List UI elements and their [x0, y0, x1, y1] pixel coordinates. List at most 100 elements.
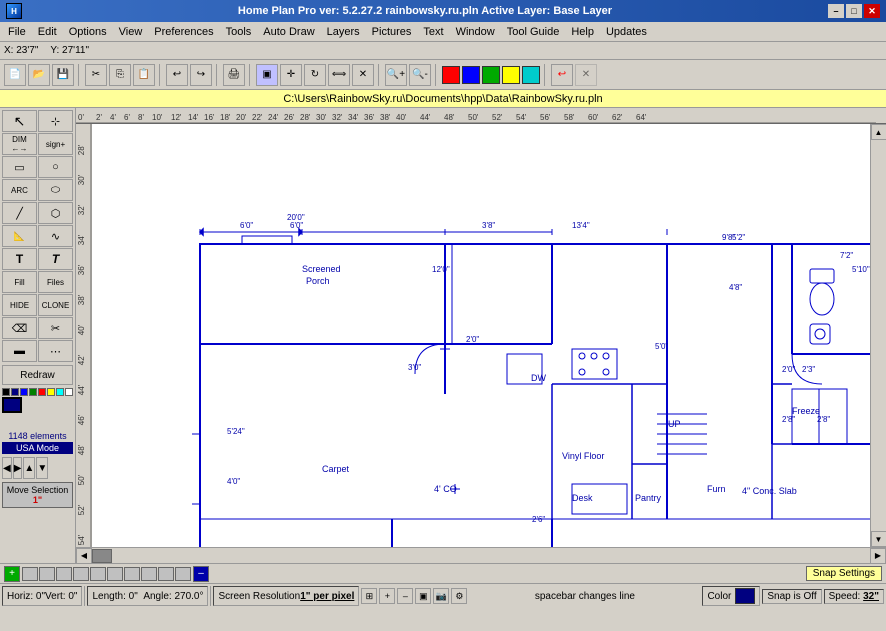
nav-down[interactable]: ▼ [36, 457, 48, 479]
spline-tool[interactable]: ∿ [38, 225, 73, 247]
undo-disabled[interactable]: ✕ [575, 64, 597, 86]
view-icon-5[interactable] [90, 567, 106, 581]
scroll-thumb-left[interactable] [92, 549, 112, 563]
mirror-button[interactable]: ⟺ [328, 64, 350, 86]
arc-tool[interactable]: ARC [2, 179, 37, 201]
zoom-plus-button[interactable]: + [379, 588, 395, 604]
fill-tool[interactable]: Fill [2, 271, 37, 293]
dim-tool[interactable]: DIM←→ [2, 133, 37, 155]
poly-tool[interactable]: ⬡ [38, 202, 73, 224]
save-button[interactable]: 💾 [52, 64, 74, 86]
palette-cyan[interactable] [56, 388, 64, 396]
scroll-down-button[interactable]: ▼ [871, 531, 886, 547]
view-icon-1[interactable] [22, 567, 38, 581]
color-preview[interactable] [735, 588, 755, 604]
view-icon-3[interactable] [56, 567, 72, 581]
eraser-tool[interactable]: ⌫ [2, 317, 37, 339]
menu-edit[interactable]: Edit [32, 24, 63, 40]
view-icon-6[interactable] [107, 567, 123, 581]
menu-window[interactable]: Window [450, 24, 501, 40]
select-button[interactable]: ▣ [256, 64, 278, 86]
zoom-in-button[interactable]: 🔍+ [385, 64, 407, 86]
scroll-up-button[interactable]: ▲ [871, 124, 886, 140]
drawing-area[interactable]: Screened Porch DW Carpet Vinyl Floor Des… [92, 124, 870, 547]
menu-pictures[interactable]: Pictures [366, 24, 418, 40]
maximize-button[interactable]: □ [846, 4, 862, 18]
palette-red[interactable] [38, 388, 46, 396]
palette-navy[interactable] [11, 388, 19, 396]
color-yellow[interactable] [502, 66, 520, 84]
minimize-button[interactable]: – [828, 4, 844, 18]
undo-button[interactable]: ↩ [166, 64, 188, 86]
view-icon-9[interactable] [158, 567, 174, 581]
zoom-minus-button[interactable]: – [397, 588, 413, 604]
text2-tool[interactable]: T [38, 248, 73, 270]
menu-layers[interactable]: Layers [321, 24, 366, 40]
view-toggle-button[interactable]: ▣ [415, 588, 431, 604]
palette-green[interactable] [29, 388, 37, 396]
scroll-right-button[interactable]: ▶ [870, 548, 886, 564]
delete-button[interactable]: ✕ [352, 64, 374, 86]
files-tool[interactable]: Files [38, 271, 73, 293]
view-icon-4[interactable] [73, 567, 89, 581]
clone-tool[interactable]: CLONE [38, 294, 73, 316]
settings-button[interactable]: ⚙ [451, 588, 467, 604]
select-tool[interactable]: ↖ [2, 110, 37, 132]
menu-autodraw[interactable]: Auto Draw [257, 24, 320, 40]
menu-text[interactable]: Text [417, 24, 449, 40]
palette-black[interactable] [2, 388, 10, 396]
zoom-fit-button[interactable]: ⊞ [361, 588, 377, 604]
zoom-out-button[interactable]: 🔍- [409, 64, 431, 86]
remove-icon[interactable]: – [193, 566, 209, 582]
menu-options[interactable]: Options [63, 24, 113, 40]
palette-blue[interactable] [20, 388, 28, 396]
redo-button[interactable]: ↪ [190, 64, 212, 86]
trim-tool[interactable]: ✂ [38, 317, 73, 339]
box-tool[interactable]: ▬ [2, 340, 37, 362]
paste-button[interactable]: 📋 [133, 64, 155, 86]
text-tool[interactable]: T [2, 248, 37, 270]
menu-help[interactable]: Help [565, 24, 600, 40]
palette-white[interactable] [65, 388, 73, 396]
dots-tool[interactable]: ⋯ [38, 340, 73, 362]
color-red[interactable] [442, 66, 460, 84]
wall-tool[interactable]: ▭ [2, 156, 37, 178]
nav-right[interactable]: ▶ [13, 457, 23, 479]
view-icon-8[interactable] [141, 567, 157, 581]
move-button[interactable]: ✛ [280, 64, 302, 86]
close-button[interactable]: ✕ [864, 4, 880, 18]
sign-tool[interactable]: sign+ [38, 133, 73, 155]
color-green[interactable] [482, 66, 500, 84]
nav-up[interactable]: ▲ [23, 457, 35, 479]
add-icon[interactable]: + [4, 566, 20, 582]
right-scrollbar[interactable]: ▲ ▼ [870, 124, 886, 547]
camera-button[interactable]: 📷 [433, 588, 449, 604]
hide-tool[interactable]: HIDE [2, 294, 37, 316]
print-button[interactable]: 🖨 [223, 64, 245, 86]
color-blue[interactable] [462, 66, 480, 84]
line-tool[interactable]: ╱ [2, 202, 37, 224]
open-button[interactable]: 📂 [28, 64, 50, 86]
color-cyan[interactable] [522, 66, 540, 84]
ellipse-tool[interactable]: ⬭ [38, 179, 73, 201]
palette-yellow[interactable] [47, 388, 55, 396]
bottom-scrollbar[interactable]: ◀ ▶ [76, 547, 886, 563]
measure-tool[interactable]: 📐 [2, 225, 37, 247]
menu-view[interactable]: View [113, 24, 149, 40]
scroll-left-button[interactable]: ◀ [76, 548, 92, 564]
undo2-button[interactable]: ↩ [551, 64, 573, 86]
view-icon-2[interactable] [39, 567, 55, 581]
circle-tool[interactable]: ○ [38, 156, 73, 178]
cut-button[interactable]: ✂ [85, 64, 107, 86]
menu-tools[interactable]: Tools [220, 24, 258, 40]
menu-toolguide[interactable]: Tool Guide [501, 24, 566, 40]
copy-button[interactable]: ⎘ [109, 64, 131, 86]
view-icon-10[interactable] [175, 567, 191, 581]
menu-updates[interactable]: Updates [600, 24, 653, 40]
pointer-tool[interactable]: ⊹ [38, 110, 73, 132]
nav-left[interactable]: ◀ [2, 457, 12, 479]
redraw-button[interactable]: Redraw [2, 365, 73, 385]
snap-settings-button[interactable]: Snap Settings [806, 566, 882, 581]
menu-preferences[interactable]: Preferences [148, 24, 219, 40]
active-color-box[interactable] [2, 397, 22, 413]
